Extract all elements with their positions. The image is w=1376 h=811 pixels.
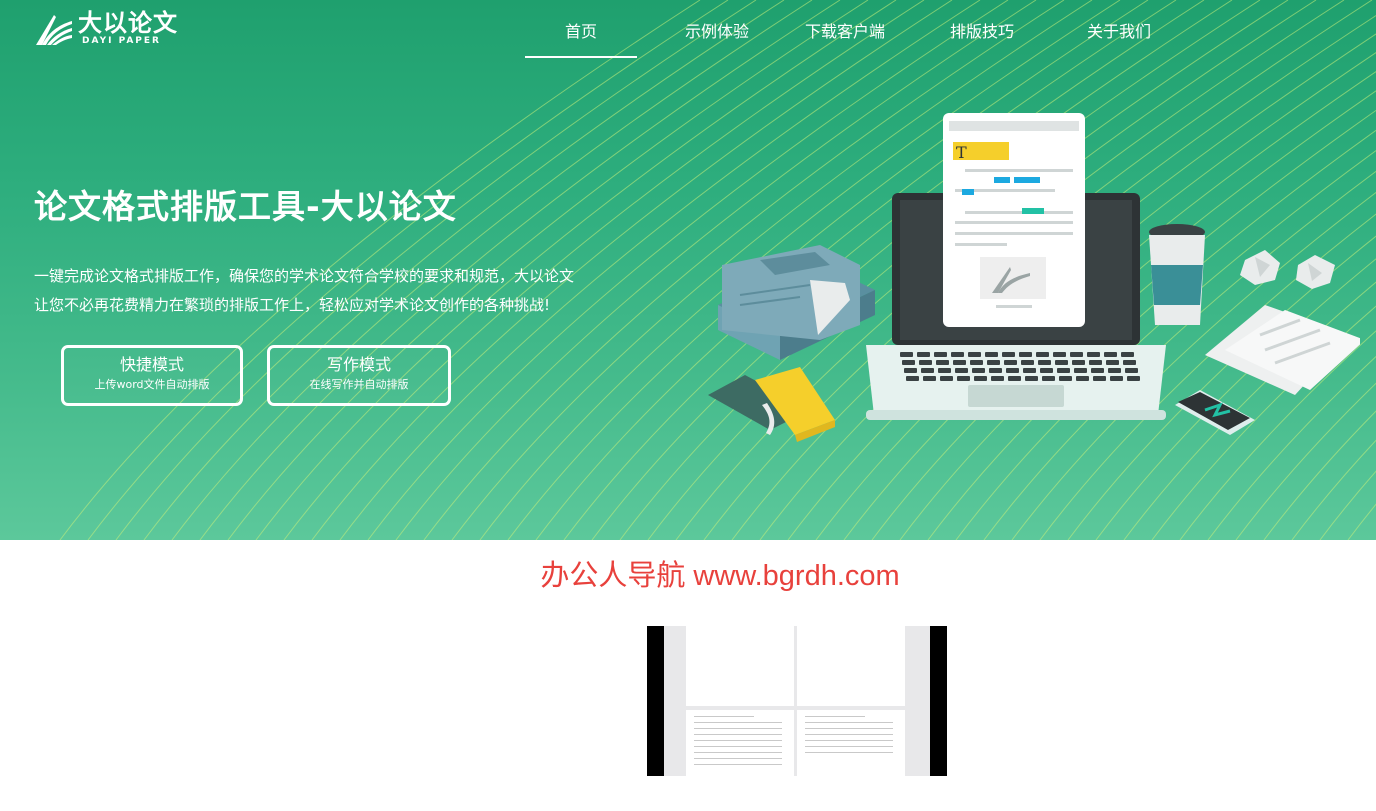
write-mode-button[interactable]: 写作模式 在线写作并自动排版: [267, 345, 451, 406]
preview-page: [797, 626, 905, 706]
nav-about[interactable]: 关于我们: [1071, 0, 1167, 58]
nav-tips[interactable]: 排版技巧: [893, 0, 1071, 58]
hero-banner: 大以论文 DAYI PAPER 首页 示例体验 下载客户端 排版技巧 关于我们 …: [0, 0, 1376, 540]
hero-description: 一键完成论文格式排版工作，确保您的学术论文符合学校的要求和规范，大以论文 让您不…: [34, 262, 634, 320]
nav-home[interactable]: 首页: [525, 0, 637, 58]
write-mode-subtitle: 在线写作并自动排版: [309, 378, 409, 391]
quick-mode-title: 快捷模式: [119, 355, 184, 374]
hero-illustration: T: [708, 113, 1360, 442]
preview-page: [797, 710, 905, 776]
logo[interactable]: 大以论文 DAYI PAPER: [34, 10, 178, 48]
preview-page: [686, 710, 794, 776]
book-stack-icon: [718, 245, 875, 360]
phone-icon: [1175, 390, 1255, 435]
hero-title: 论文格式排版工具-大以论文: [34, 187, 457, 226]
main-nav: 首页 示例体验 下载客户端 排版技巧 关于我们: [525, 0, 1167, 58]
nav-download[interactable]: 下载客户端: [797, 0, 893, 58]
doc-badge: T: [956, 143, 967, 162]
coffee-cup-icon: [1149, 224, 1205, 325]
watermark-text: 办公人导航 www.bgrdh.com: [540, 560, 900, 592]
quick-mode-button[interactable]: 快捷模式 上传word文件自动排版: [61, 345, 243, 406]
logo-icon: [36, 15, 72, 45]
logo-title: 大以论文: [78, 9, 178, 37]
document-icon: T: [943, 113, 1085, 327]
papers-icon: [1205, 305, 1360, 395]
nav-demo[interactable]: 示例体验: [637, 0, 797, 58]
write-mode-title: 写作模式: [326, 355, 391, 374]
crumpled-paper-icon: [1240, 250, 1335, 289]
preview-page: [686, 626, 794, 706]
small-books-icon: [708, 367, 835, 442]
hero-desc-line1: 一键完成论文格式排版工作，确保您的学术论文符合学校的要求和规范，大以论文: [34, 267, 575, 285]
hero-desc-line2: 让您不必再花费精力在繁琐的排版工作上，轻松应对学术论文创作的各种挑战!: [34, 296, 551, 314]
document-preview[interactable]: [647, 626, 947, 776]
preview-pages: [664, 626, 930, 776]
quick-mode-subtitle: 上传word文件自动排版: [94, 378, 210, 391]
